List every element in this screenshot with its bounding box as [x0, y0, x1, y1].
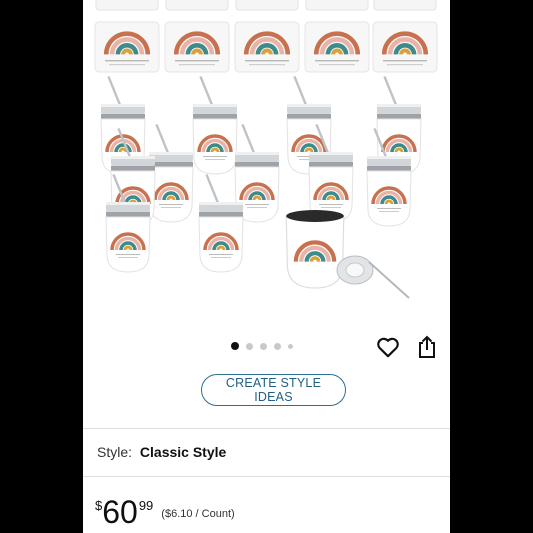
- carousel-dot-1[interactable]: [231, 342, 239, 350]
- carousel-dots: [231, 342, 293, 350]
- product-page: CREATE STYLE IDEAS Style: Classic Style …: [83, 0, 450, 533]
- share-button[interactable]: [415, 334, 439, 360]
- carousel-dot-5[interactable]: [288, 343, 293, 349]
- bags-row: [95, 22, 437, 72]
- wishlist-button[interactable]: [375, 334, 401, 360]
- price-fraction: 99: [138, 498, 154, 513]
- heart-icon: [377, 337, 399, 358]
- share-icon: [419, 335, 435, 358]
- carousel-dot-2[interactable]: [246, 342, 253, 350]
- style-value: Classic Style: [139, 444, 227, 460]
- tumblers: [101, 76, 421, 299]
- style-label: Style:: [97, 444, 133, 460]
- price-block: $ 60 99 ($6.10 / Count): [95, 495, 235, 529]
- carousel-dot-3[interactable]: [260, 342, 267, 350]
- section-divider: [83, 428, 450, 429]
- section-divider: [83, 476, 450, 477]
- price-per-unit: ($6.10 / Count): [161, 508, 235, 520]
- right-black-border: [450, 0, 533, 533]
- left-black-border: [0, 0, 83, 533]
- style-selector[interactable]: Style: Classic Style: [97, 444, 226, 460]
- create-style-ideas-button[interactable]: CREATE STYLE IDEAS: [201, 374, 346, 406]
- price-whole: 60: [102, 494, 138, 530]
- price-currency: $: [95, 498, 103, 513]
- product-image[interactable]: [83, 0, 450, 330]
- carousel-dot-4[interactable]: [274, 342, 281, 350]
- top-bags-partial: [95, 0, 437, 11]
